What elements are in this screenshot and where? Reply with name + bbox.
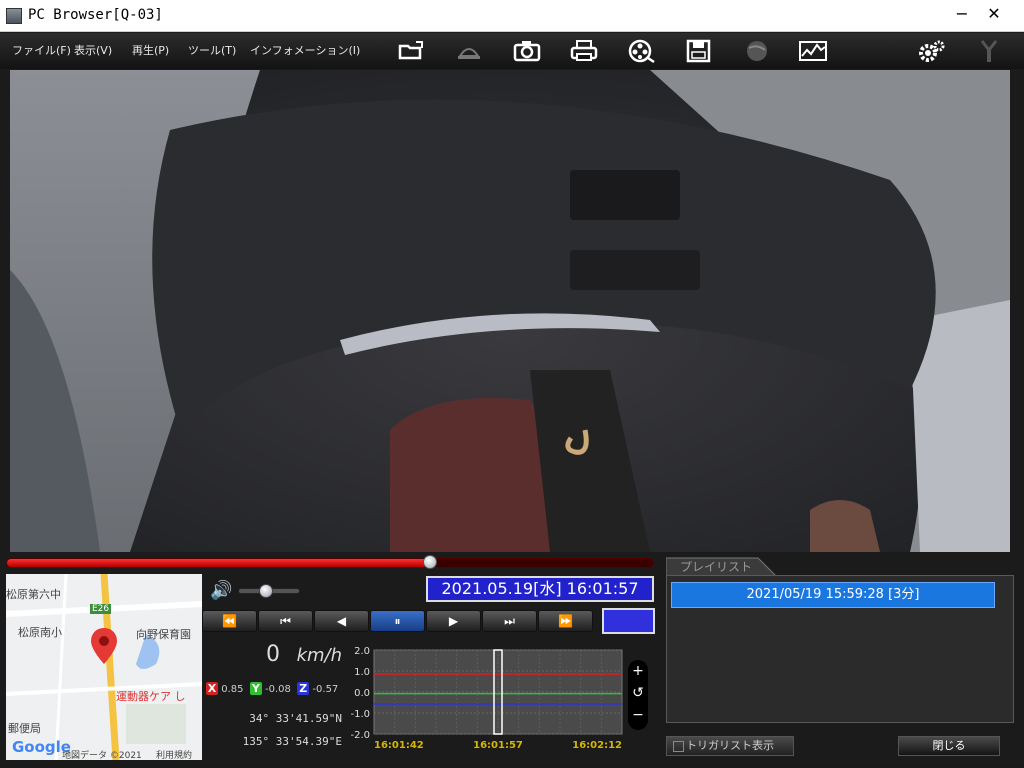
trigger-list-toggle[interactable]: トリガリスト表示 [666,736,794,756]
g-sensor-chart[interactable]: 2.0 1.0 0.0 -1.0 -2.0 16:01:42 16:01:57 16:02:1… [348,646,630,764]
speaker-icon[interactable]: 🔊 [210,580,232,601]
map-terms-link[interactable]: 利用規約 [156,748,192,760]
rewind-button[interactable]: ⏪ [202,610,257,632]
map-view[interactable]: 松原第六中 E26 松原南小 向野保育園 運動器ケア し 郵便局 Google … [6,574,202,760]
speed-readout: 0 km/h [202,642,342,672]
playlist-tab-label: プレイリスト [680,560,752,574]
y-tick-label: -1.0 [350,709,370,720]
pause-button[interactable]: ⏸ [370,610,425,632]
location-pin-icon [91,628,117,664]
playlist-list: 2021/05/19 15:59:28 [3分] [666,575,1014,723]
menu-tools[interactable]: ツール(T) [188,42,236,58]
y-tick-label: -2.0 [350,730,370,741]
graph-zoom-controls: + ↺ − [628,660,648,730]
z-axis-label: Z [297,682,310,695]
seek-bar-fill [7,559,431,567]
x-tick-label: 16:02:12 [572,740,622,751]
playlist-panel: プレイリスト 2021/05/19 15:59:28 [3分] トリガリスト表示… [666,556,1014,764]
speed-value: 0 [266,642,280,667]
control-panel: 🔊 2021.05.19[水] 16:01:57 ⏪ ⏮ ◀ ⏸ ▶ ⏭ ⏩ 0… [202,574,662,764]
title-bar: PC Browser[Q-03] − ✕ [0,0,1024,32]
snapshot-camera-icon[interactable] [510,37,544,65]
volume-slider[interactable] [238,584,300,598]
y-tick-label: 0.0 [354,688,370,699]
open-folder-icon[interactable] [394,37,428,65]
trigger-list-checkbox[interactable] [673,740,684,752]
map-road-badge: E26 [90,604,112,614]
antenna-icon[interactable] [972,37,1006,65]
y-axis-value: -0.08 [265,684,291,695]
x-tick-label: 16:01:57 [473,740,523,751]
settings-gears-icon[interactable] [914,37,948,65]
menu-information[interactable]: インフォメーション(I) [250,42,360,58]
camera-view-icon[interactable] [452,37,486,65]
app-window: PC Browser[Q-03] − ✕ ファイル(F) 表示(V) 再生(P)… [0,0,1024,764]
g-sensor-readout: X 0.85 Y -0.08 Z -0.57 [206,682,338,695]
save-disk-icon[interactable] [682,37,716,65]
step-back-button[interactable]: ◀ [314,610,369,632]
video-view[interactable] [10,70,1010,552]
playlist-tab[interactable]: プレイリスト [666,556,776,576]
graph-icon[interactable] [796,37,830,65]
print-icon[interactable] [567,37,601,65]
fast-forward-button[interactable]: ⏩ [538,610,593,632]
x-tick-label: 16:01:42 [374,740,424,751]
speed-unit: km/h [296,645,342,666]
g-sensor-graph[interactable]: 2.0 1.0 0.0 -1.0 -2.0 16:01:42 16:01:57 16:02:1… [348,646,630,764]
menu-view[interactable]: 表示(V) [74,42,112,58]
menu-bar: ファイル(F) 表示(V) 再生(P) ツール(T) インフォメーション(I) [0,33,1024,69]
close-window-button[interactable]: ✕ [978,4,1010,26]
zoom-reset-button[interactable]: ↺ [628,682,648,704]
x-axis-label: X [206,682,218,695]
playlist-item[interactable]: 2021/05/19 15:59:28 [3分] [671,582,995,608]
x-axis-value: 0.85 [221,684,244,695]
globe-icon[interactable] [740,37,774,65]
longitude: 135° 33'54.39"E [242,735,342,748]
zoom-out-button[interactable]: − [628,704,648,726]
map-label: 向野保育園 [136,628,191,641]
close-button[interactable]: 閉じる [898,736,1000,756]
y-tick-label: 2.0 [354,646,370,657]
y-axis-label: Y [249,682,262,695]
map-attribution: 地図データ ©2021 [62,751,142,760]
transport-controls: ⏪ ⏮ ◀ ⏸ ▶ ⏭ ⏩ [202,610,594,634]
previous-file-button[interactable]: ⏮ [258,610,313,632]
map-label: 松原南小 [18,626,62,639]
app-icon [6,8,22,24]
play-button[interactable]: ▶ [426,610,481,632]
minimize-button[interactable]: − [946,4,978,26]
trigger-list-label: トリガリスト表示 [686,739,774,752]
seek-bar[interactable] [6,555,654,569]
recording-datetime: 2021.05.19[水] 16:01:57 [426,576,654,602]
menu-file[interactable]: ファイル(F) [12,42,71,58]
latitude: 34° 33'41.59"N [249,712,342,725]
status-indicator [602,608,655,634]
menu-playback[interactable]: 再生(P) [132,42,169,58]
next-file-button[interactable]: ⏭ [482,610,537,632]
window-title: PC Browser[Q-03] [28,7,163,23]
map-label: 郵便局 [8,722,41,735]
seek-bar-handle[interactable] [423,555,438,569]
map-label: 運動器ケア し [116,690,186,703]
y-tick-label: 1.0 [354,667,370,678]
film-reel-icon[interactable] [624,37,658,65]
zoom-in-button[interactable]: + [628,660,648,682]
z-axis-value: -0.57 [312,684,339,695]
volume-slider-handle[interactable] [259,584,273,598]
map-label: 松原第六中 [6,588,61,601]
